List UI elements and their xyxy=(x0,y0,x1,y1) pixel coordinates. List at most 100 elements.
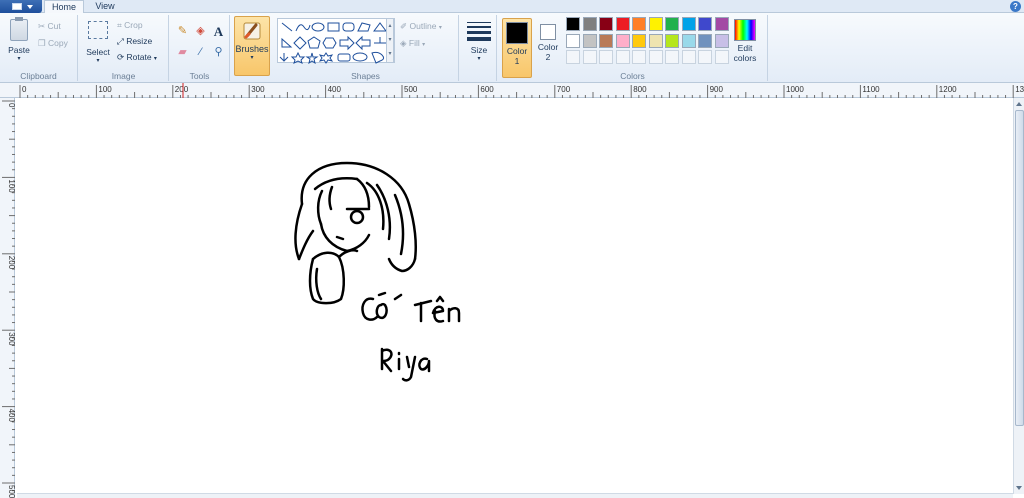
palette-swatch[interactable] xyxy=(582,33,597,48)
selection-icon xyxy=(88,21,108,39)
paint-bucket-icon: ◈ xyxy=(196,25,205,37)
pencil-tool[interactable]: ✎ xyxy=(174,23,191,39)
cut-label: Cut xyxy=(47,21,61,31)
vertical-scrollbar[interactable] xyxy=(1013,98,1024,494)
crop-icon: ⌗ xyxy=(117,20,122,30)
ruler-label: 300 xyxy=(7,332,15,346)
fill-button[interactable]: ◈ Fill ▾ xyxy=(400,38,425,49)
palette-swatch[interactable] xyxy=(698,33,712,48)
brushes-label: Brushes xyxy=(235,44,269,54)
eraser-tool[interactable]: ▰ xyxy=(174,44,191,60)
chevron-down-icon: ▾ xyxy=(96,58,100,64)
palette-swatch[interactable] xyxy=(681,50,696,64)
group-label-colors: Colors xyxy=(620,71,645,81)
rotate-button[interactable]: ⟳ Rotate ▾ xyxy=(117,52,157,63)
chevron-down-icon: ▾ xyxy=(438,25,442,31)
palette-swatch[interactable] xyxy=(599,17,613,31)
palette-swatch[interactable] xyxy=(698,17,712,31)
copy-icon: ❐ xyxy=(38,38,46,48)
palette-swatch[interactable] xyxy=(566,50,580,64)
rotate-icon: ⟳ xyxy=(117,52,125,62)
ruler-label: 200 xyxy=(7,256,15,270)
scissors-icon: ✂ xyxy=(38,21,46,31)
palette-swatch[interactable] xyxy=(648,17,663,31)
paste-label: Paste xyxy=(8,45,30,55)
tools-group: ✎ ◈ A ▰ ⁄ ⚲ Tools xyxy=(170,15,230,81)
paint-menu-button[interactable] xyxy=(0,0,42,13)
text-tool[interactable]: A xyxy=(210,23,227,39)
scroll-up-arrow-icon[interactable] xyxy=(1016,102,1022,106)
palette-swatch[interactable] xyxy=(582,50,597,64)
palette-swatch[interactable] xyxy=(665,33,679,48)
ruler-label: 600 xyxy=(480,85,494,94)
ruler-label: 100 xyxy=(98,85,112,94)
paste-button[interactable]: Paste ▾ xyxy=(4,17,34,62)
size-label: Size xyxy=(470,45,488,55)
palette-swatch[interactable] xyxy=(582,17,597,31)
ruler-label: 1000 xyxy=(786,85,804,94)
palette-swatch[interactable] xyxy=(615,33,630,48)
resize-label: Resize xyxy=(126,36,153,46)
color1-button[interactable]: Color 1 xyxy=(502,18,532,78)
scroll-down-arrow-icon[interactable] xyxy=(1016,486,1022,490)
tab-view[interactable]: View xyxy=(92,0,118,14)
shapes-group: ▴ ▾ ▾ ✐ Outline ▾ ◈ Fill ▾ Shapes xyxy=(273,15,459,81)
ruler-label: 500 xyxy=(7,485,15,498)
palette-swatch[interactable] xyxy=(566,17,580,31)
ruler-label: 1200 xyxy=(939,85,957,94)
size-button[interactable]: Size ▾ xyxy=(464,18,494,62)
palette-swatch[interactable] xyxy=(714,50,729,64)
ruler-label: 400 xyxy=(328,85,342,94)
palette-swatch[interactable] xyxy=(632,33,646,48)
palette-swatch[interactable] xyxy=(632,50,646,64)
palette-swatch[interactable] xyxy=(648,33,663,48)
brushes-button[interactable]: Brushes ▾ xyxy=(234,16,270,76)
palette-swatch[interactable] xyxy=(665,50,679,64)
copy-button[interactable]: ❐ Copy xyxy=(38,38,68,49)
eyedropper-icon: ⁄ xyxy=(199,46,202,58)
palette-swatch[interactable] xyxy=(615,50,630,64)
edit-colors-label-2: colors xyxy=(733,53,757,63)
horizontal-scrollbar[interactable] xyxy=(17,493,1013,498)
shapes-scroll[interactable]: ▴ ▾ ▾ xyxy=(386,18,394,63)
select-button[interactable]: Select ▾ xyxy=(83,21,113,64)
palette-swatch[interactable] xyxy=(566,33,580,48)
palette-swatch[interactable] xyxy=(714,17,729,31)
magnifier-tool[interactable]: ⚲ xyxy=(210,44,227,60)
scrollbar-thumb[interactable] xyxy=(1015,110,1024,426)
palette-swatch[interactable] xyxy=(665,17,679,31)
palette-swatch[interactable] xyxy=(615,17,630,31)
palette-swatch[interactable] xyxy=(698,50,712,64)
palette-swatch[interactable] xyxy=(681,33,696,48)
palette-swatch[interactable] xyxy=(681,17,696,31)
color2-button[interactable]: Color 2 xyxy=(534,18,562,78)
ruler-label: 200 xyxy=(175,85,189,94)
rotate-label: Rotate xyxy=(126,52,152,62)
palette-swatch[interactable] xyxy=(632,17,646,31)
crop-label: Crop xyxy=(124,20,143,30)
chevron-down-icon: ▾ xyxy=(250,55,254,61)
palette-swatch[interactable] xyxy=(714,33,729,48)
tab-home[interactable]: Home xyxy=(44,0,84,14)
resize-icon: ⤢ xyxy=(117,36,124,46)
color2-number: 2 xyxy=(545,52,551,62)
edit-colors-button[interactable]: Edit colors xyxy=(732,16,758,63)
ruler-label: 300 xyxy=(251,85,265,94)
fill-bucket-icon: ◈ xyxy=(400,38,407,48)
help-icon[interactable]: ? xyxy=(1010,1,1021,12)
ruler-label: 0 xyxy=(22,85,27,94)
palette-swatch[interactable] xyxy=(648,50,663,64)
pencil-outline-icon: ✐ xyxy=(400,21,408,31)
cut-button[interactable]: ✂ Cut xyxy=(38,21,61,32)
palette-swatch[interactable] xyxy=(599,50,613,64)
shapes-gallery[interactable] xyxy=(277,18,395,64)
resize-button[interactable]: ⤢ Resize xyxy=(117,36,152,47)
chevron-down-icon: ▾ xyxy=(477,56,481,62)
ruler-label: 500 xyxy=(404,85,418,94)
color-picker-tool[interactable]: ⁄ xyxy=(192,44,209,60)
outline-button[interactable]: ✐ Outline ▾ xyxy=(400,21,442,32)
fill-tool[interactable]: ◈ xyxy=(192,23,209,39)
drawing-canvas[interactable] xyxy=(17,99,1013,492)
palette-swatch[interactable] xyxy=(599,33,613,48)
crop-button[interactable]: ⌗ Crop xyxy=(117,20,143,31)
